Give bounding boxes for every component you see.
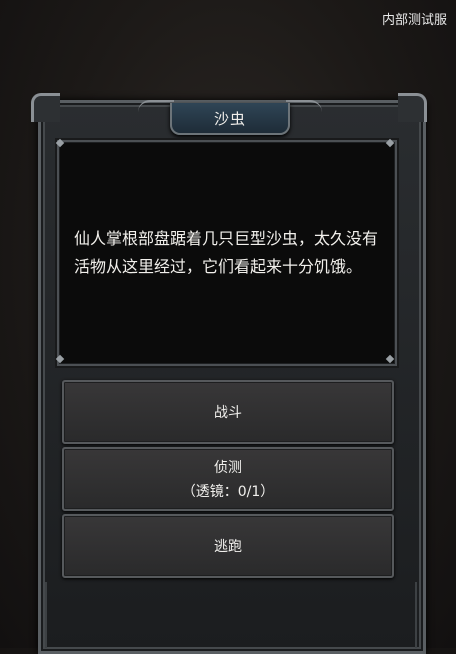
frame-lower-rim: [45, 582, 417, 648]
flee-button[interactable]: 逃跑: [62, 514, 394, 578]
flee-button-label: 逃跑: [214, 539, 242, 555]
fight-button[interactable]: 战斗: [62, 380, 394, 444]
fight-button-label: 战斗: [214, 405, 242, 421]
dialog-title: 沙虫: [213, 109, 246, 128]
description-panel: 仙人掌根部盘踞着几只巨型沙虫，太久没有活物从这里经过，它们看起来十分饥饿。: [57, 140, 397, 366]
frame-corner-ornament-right: [398, 93, 427, 122]
detect-lens-count: （透镜：0/1）: [181, 484, 275, 500]
detect-button-label: 侦测: [214, 460, 242, 476]
frame-corner-ornament-left: [31, 93, 60, 122]
dialog-title-bar: 沙虫: [170, 103, 290, 135]
title-wing-right: [286, 100, 322, 114]
title-wing-left: [138, 100, 174, 114]
server-tag: 内部测试服: [381, 13, 447, 28]
event-description: 仙人掌根部盘踞着几只巨型沙虫，太久没有活物从这里经过，它们看起来十分饥饿。: [74, 229, 379, 276]
detect-button[interactable]: 侦测 （透镜：0/1）: [62, 447, 394, 511]
